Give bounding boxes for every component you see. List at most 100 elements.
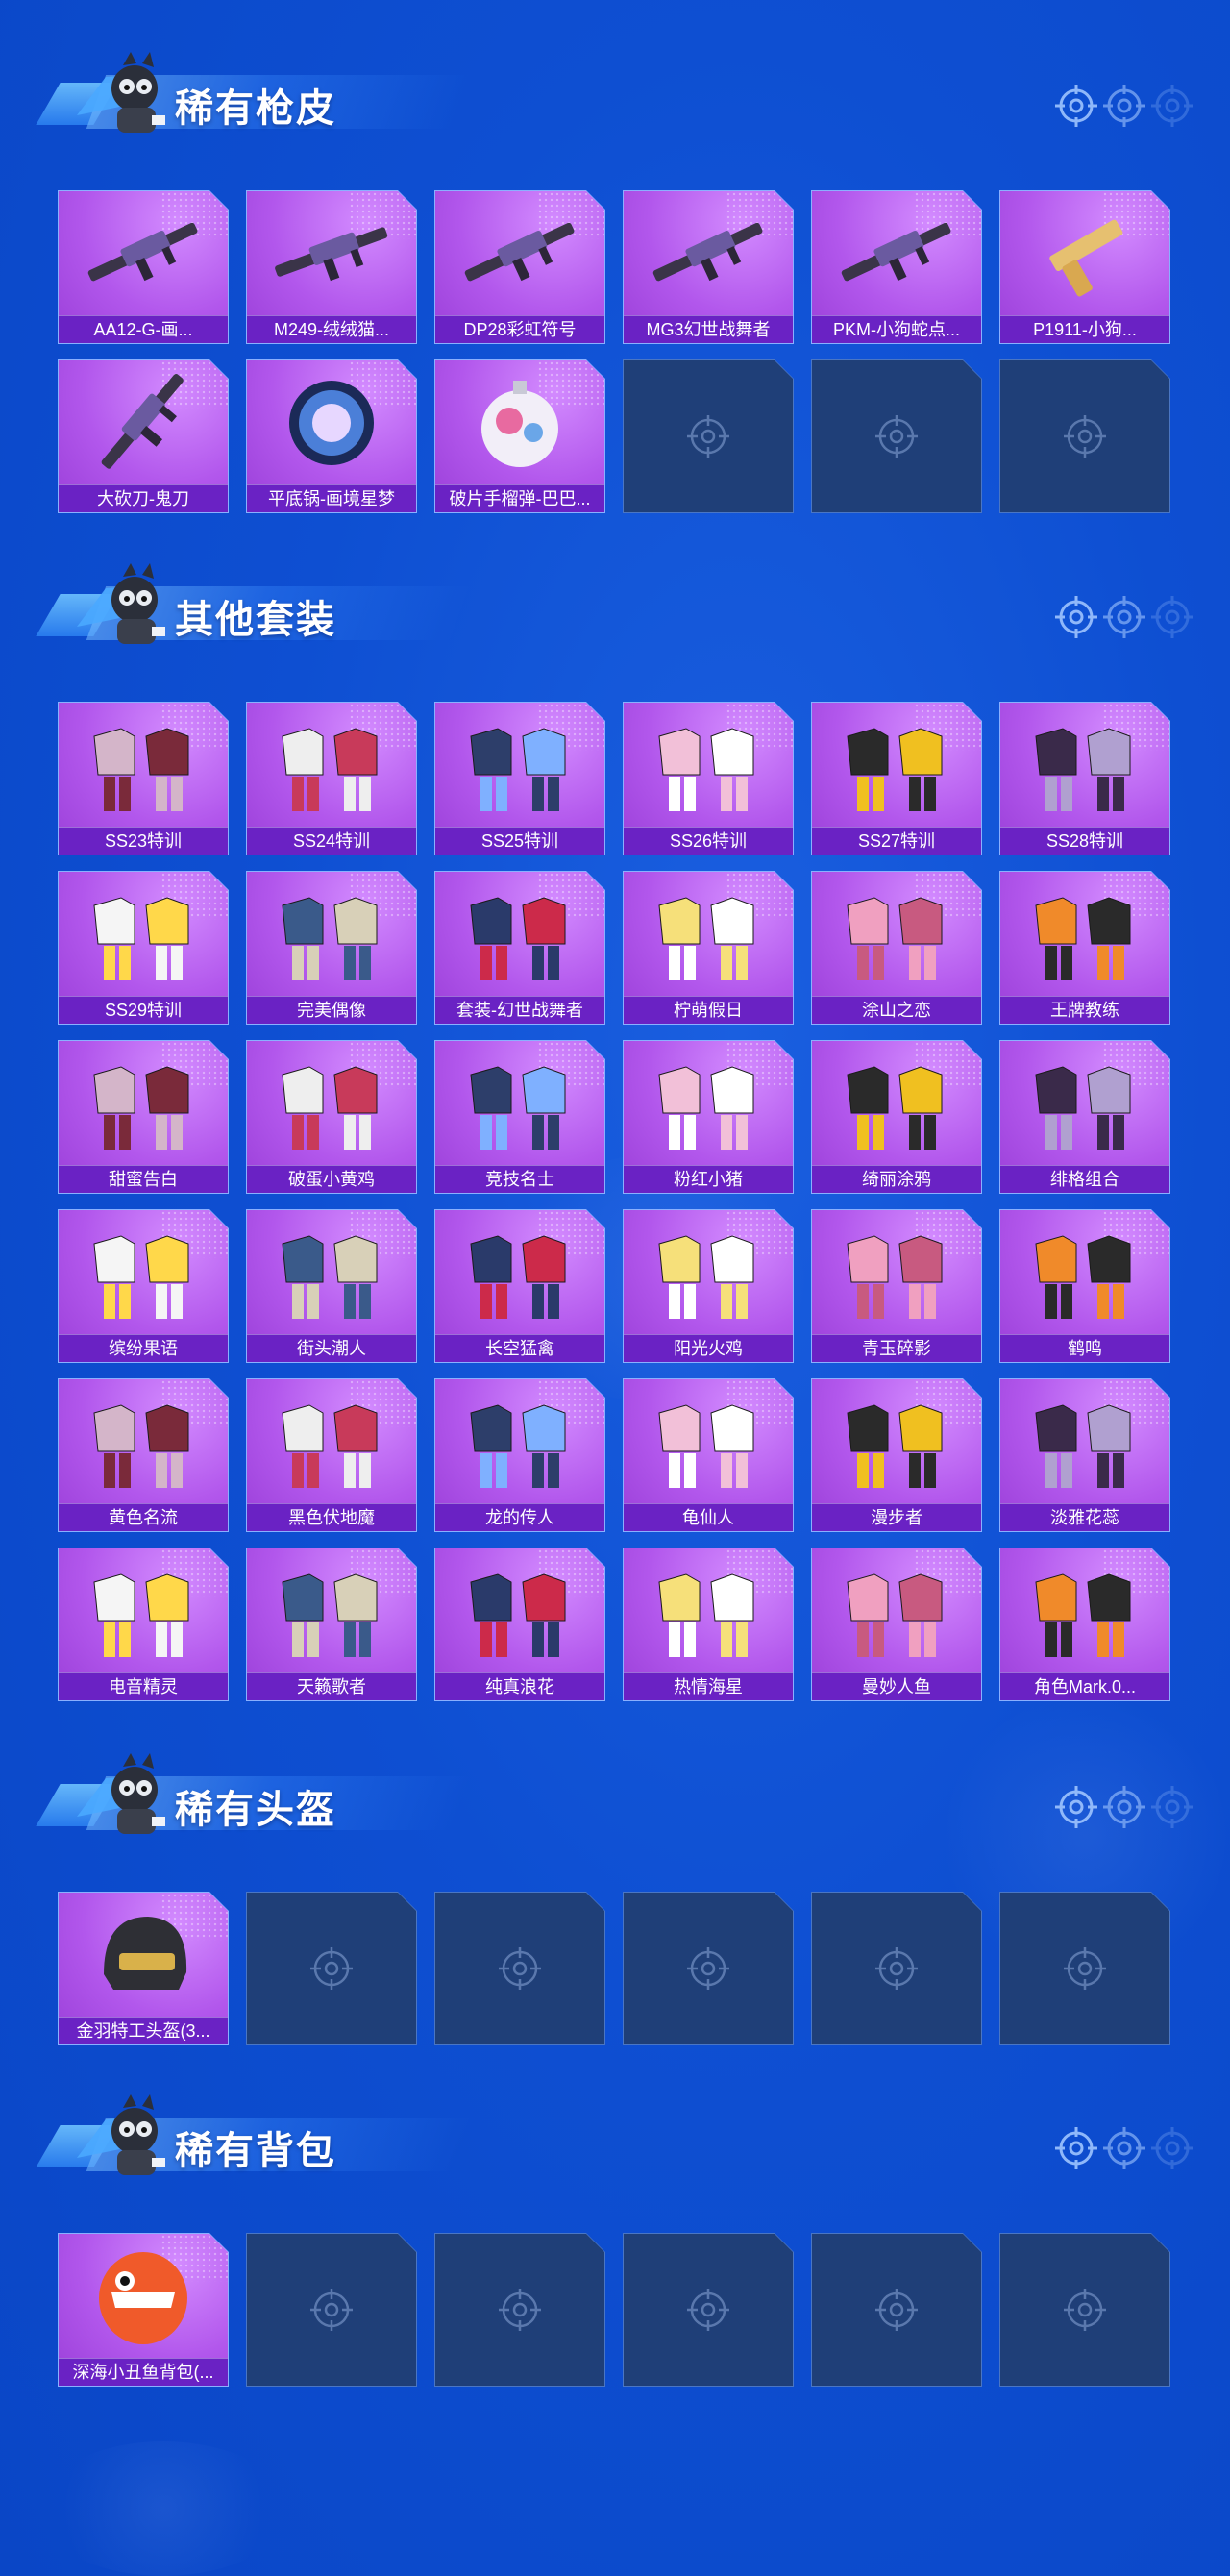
- item-card[interactable]: SS26特训: [623, 702, 794, 855]
- item-image: [819, 1046, 974, 1159]
- item-image: [254, 1046, 409, 1159]
- item-name: SS26特训: [624, 827, 793, 855]
- item-card[interactable]: 绯格组合: [999, 1040, 1170, 1194]
- item-image: [65, 707, 221, 821]
- item-card[interactable]: AA12-G-画...: [58, 190, 229, 344]
- item-card[interactable]: 热情海星: [623, 1548, 794, 1701]
- crosshair-icon: [310, 1947, 353, 1990]
- item-card[interactable]: SS27特训: [811, 702, 982, 855]
- item-image: [1007, 877, 1163, 990]
- item-image: [254, 1215, 409, 1328]
- section-rare-backpacks: 稀有背包 深海小丑鱼背包(...: [0, 2091, 1230, 2398]
- empty-slot: [434, 2233, 605, 2387]
- item-card[interactable]: 缤纷果语: [58, 1209, 229, 1363]
- item-name: SS29特训: [59, 996, 228, 1024]
- item-card[interactable]: DP28彩虹符号: [434, 190, 605, 344]
- item-card[interactable]: 粉红小猪: [623, 1040, 794, 1194]
- item-image: [442, 1046, 598, 1159]
- item-card[interactable]: 涂山之恋: [811, 871, 982, 1025]
- item-card[interactable]: 绮丽涂鸦: [811, 1040, 982, 1194]
- item-name: AA12-G-画...: [59, 315, 228, 343]
- item-card[interactable]: 黑色伏地魔: [246, 1378, 417, 1532]
- crosshair-icon: [875, 2289, 918, 2331]
- item-card[interactable]: 金羽特工头盔(3...: [58, 1892, 229, 2045]
- item-card[interactable]: 天籁歌者: [246, 1548, 417, 1701]
- item-card[interactable]: 王牌教练: [999, 871, 1170, 1025]
- empty-slot: [623, 1892, 794, 2045]
- item-card[interactable]: 甜蜜告白: [58, 1040, 229, 1194]
- item-image: [630, 1384, 786, 1498]
- item-card[interactable]: SS29特训: [58, 871, 229, 1025]
- crosshair-icon: [1064, 1947, 1106, 1990]
- item-name: 绯格组合: [1000, 1165, 1169, 1193]
- item-card[interactable]: 破蛋小黄鸡: [246, 1040, 417, 1194]
- item-name: M249-绒绒猫...: [247, 315, 416, 343]
- item-image: [254, 877, 409, 990]
- item-card[interactable]: 阳光火鸡: [623, 1209, 794, 1363]
- crosshair-icons: [1055, 596, 1193, 638]
- item-card[interactable]: 角色Mark.0...: [999, 1548, 1170, 1701]
- item-name: 天籁歌者: [247, 1672, 416, 1700]
- item-card[interactable]: 鹤鸣: [999, 1209, 1170, 1363]
- item-name: 涂山之恋: [812, 996, 981, 1024]
- item-card[interactable]: SS23特训: [58, 702, 229, 855]
- item-image: [1007, 707, 1163, 821]
- item-card[interactable]: 青玉碎影: [811, 1209, 982, 1363]
- item-card[interactable]: 竞技名士: [434, 1040, 605, 1194]
- item-card[interactable]: 柠萌假日: [623, 871, 794, 1025]
- item-image: [819, 1384, 974, 1498]
- item-name: P1911-小狗...: [1000, 315, 1169, 343]
- item-name: 王牌教练: [1000, 996, 1169, 1024]
- item-card[interactable]: SS28特训: [999, 702, 1170, 855]
- item-card[interactable]: 黄色名流: [58, 1378, 229, 1532]
- item-name: SS27特训: [812, 827, 981, 855]
- item-image: [630, 196, 786, 310]
- item-card[interactable]: 漫步者: [811, 1378, 982, 1532]
- empty-slot: [999, 359, 1170, 513]
- item-card[interactable]: 纯真浪花: [434, 1548, 605, 1701]
- empty-slot: [623, 2233, 794, 2387]
- item-card[interactable]: 套装-幻世战舞者: [434, 871, 605, 1025]
- item-card[interactable]: 街头潮人: [246, 1209, 417, 1363]
- item-image: [630, 1215, 786, 1328]
- mascot-icon: [67, 1749, 173, 1845]
- item-image: [630, 877, 786, 990]
- item-card[interactable]: MG3幻世战舞者: [623, 190, 794, 344]
- item-card[interactable]: 龙的传人: [434, 1378, 605, 1532]
- item-card[interactable]: 平底锅-画境星梦: [246, 359, 417, 513]
- item-card[interactable]: SS24特训: [246, 702, 417, 855]
- crosshair-icon: [310, 2289, 353, 2331]
- item-card[interactable]: 长空猛禽: [434, 1209, 605, 1363]
- item-card[interactable]: 完美偶像: [246, 871, 417, 1025]
- item-card[interactable]: 电音精灵: [58, 1548, 229, 1701]
- item-card[interactable]: 深海小丑鱼背包(...: [58, 2233, 229, 2387]
- item-name: 青玉碎影: [812, 1334, 981, 1362]
- empty-slot: [999, 1892, 1170, 2045]
- item-card[interactable]: 龟仙人: [623, 1378, 794, 1532]
- item-image: [442, 365, 598, 479]
- item-image: [65, 1215, 221, 1328]
- item-card[interactable]: 大砍刀-鬼刀: [58, 359, 229, 513]
- item-card[interactable]: M249-绒绒猫...: [246, 190, 417, 344]
- item-name: 粉红小猪: [624, 1165, 793, 1193]
- section-header: 稀有枪皮: [29, 48, 1201, 144]
- item-name: 漫步者: [812, 1503, 981, 1531]
- item-name: SS23特训: [59, 827, 228, 855]
- item-image: [819, 707, 974, 821]
- item-name: 完美偶像: [247, 996, 416, 1024]
- item-image: [819, 1553, 974, 1667]
- crosshair-icon: [875, 415, 918, 458]
- section-header: 稀有背包: [29, 2091, 1201, 2187]
- item-name: 阳光火鸡: [624, 1334, 793, 1362]
- item-card[interactable]: PKM-小狗蛇点...: [811, 190, 982, 344]
- item-image: [65, 1897, 221, 2011]
- section-title: 稀有头盔: [175, 1789, 336, 1831]
- item-card[interactable]: 破片手榴弹-巴巴...: [434, 359, 605, 513]
- item-image: [1007, 1384, 1163, 1498]
- item-card[interactable]: SS25特训: [434, 702, 605, 855]
- item-card[interactable]: P1911-小狗...: [999, 190, 1170, 344]
- crosshair-icons: [1055, 85, 1193, 127]
- item-card[interactable]: 曼妙人鱼: [811, 1548, 982, 1701]
- item-card[interactable]: 淡雅花蕊: [999, 1378, 1170, 1532]
- section-title: 稀有枪皮: [175, 87, 336, 130]
